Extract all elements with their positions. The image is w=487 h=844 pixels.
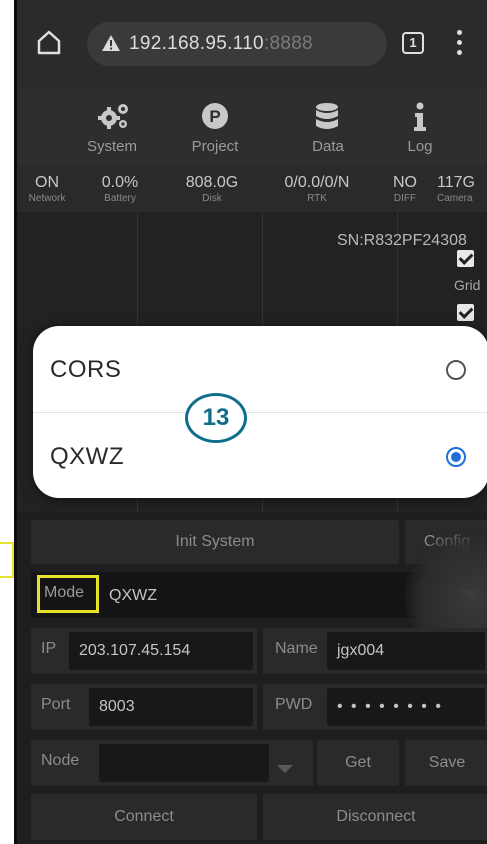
browser-toolbar: 192.168.95.110:8888 1: [17, 0, 487, 88]
nav-log[interactable]: Log: [365, 88, 475, 166]
ip-input[interactable]: 203.107.45.154: [69, 632, 253, 670]
top-navigation: System P Project Data Log: [17, 88, 487, 166]
status-disk: 808.0G Disk: [185, 174, 239, 204]
option-cors-label: CORS: [50, 356, 122, 383]
ip-field-row: IP 203.107.45.154: [31, 628, 257, 674]
pwd-field-row: PWD • • • • • • • •: [263, 684, 487, 730]
connect-button[interactable]: Connect: [31, 794, 257, 840]
init-system-button[interactable]: Init System: [31, 520, 399, 564]
project-p-icon: P: [202, 103, 228, 129]
mode-choice-dialog: CORS QXWZ: [33, 326, 487, 498]
mode-label: Mode: [37, 575, 99, 613]
url-text: 192.168.95.110:8888: [129, 33, 313, 54]
radio-qxwz[interactable]: [446, 447, 466, 467]
status-camera: 117G Camera: [437, 174, 475, 204]
status-rtk: 0/0.0/0/N RTK: [284, 174, 350, 204]
info-icon: [414, 102, 426, 131]
mode-value[interactable]: QXWZ: [109, 587, 157, 605]
pwd-label: PWD: [275, 696, 313, 713]
status-battery: 0.0% Battery: [101, 174, 139, 204]
phone-screen: 192.168.95.110:8888 1 System P Project D…: [14, 0, 487, 844]
nav-project[interactable]: P Project: [160, 88, 270, 166]
status-bar: ON Network 0.0% Battery 808.0G Disk 0/0.0/0…: [17, 166, 487, 212]
ntrip-controls: Init System Config Mode QXWZ IP 203.107.…: [17, 512, 487, 844]
warning-icon[interactable]: [101, 34, 121, 52]
home-icon[interactable]: [35, 28, 63, 56]
nav-project-label: Project: [191, 138, 239, 155]
nav-log-label: Log: [407, 138, 433, 155]
chevron-down-icon[interactable]: [277, 765, 293, 773]
save-button[interactable]: Save: [405, 740, 487, 786]
get-button[interactable]: Get: [317, 740, 399, 786]
name-input[interactable]: jgx004: [327, 632, 485, 670]
name-label: Name: [275, 640, 318, 657]
gears-icon: [98, 104, 128, 129]
svg-text:P: P: [209, 107, 220, 126]
tab-switcher-icon[interactable]: 1: [402, 32, 424, 54]
overflow-menu-icon[interactable]: [457, 30, 463, 56]
checkbox-option[interactable]: [457, 304, 474, 321]
nav-system-label: System: [86, 138, 137, 155]
port-field-row: Port 8003: [31, 684, 257, 730]
ip-label: IP: [41, 640, 57, 657]
grid-label: Grid: [454, 277, 481, 293]
serial-number: SN:R832PF24308: [337, 232, 467, 249]
status-diff: NO DIFF: [393, 174, 417, 204]
nav-system[interactable]: System: [57, 88, 167, 166]
disconnect-button[interactable]: Disconnect: [263, 794, 487, 840]
address-bar[interactable]: 192.168.95.110:8888: [87, 22, 387, 66]
step-number-badge: 13: [185, 393, 247, 443]
option-qxwz-label: QXWZ: [50, 443, 124, 470]
checkbox-grid[interactable]: [457, 250, 474, 267]
pwd-input[interactable]: • • • • • • • •: [327, 688, 485, 726]
node-select[interactable]: [99, 744, 269, 782]
port-input[interactable]: 8003: [89, 688, 253, 726]
database-icon: [316, 103, 338, 129]
status-network: ON Network: [28, 174, 66, 204]
port-label: Port: [41, 696, 71, 713]
name-field-row: Name jgx004: [263, 628, 487, 674]
radio-cors[interactable]: [446, 360, 466, 380]
node-field-row: Node: [31, 740, 313, 786]
node-label: Node: [41, 752, 80, 769]
edge-highlight-marker: [0, 542, 14, 578]
option-cors[interactable]: CORS: [33, 326, 487, 412]
option-qxwz[interactable]: QXWZ: [33, 413, 487, 499]
